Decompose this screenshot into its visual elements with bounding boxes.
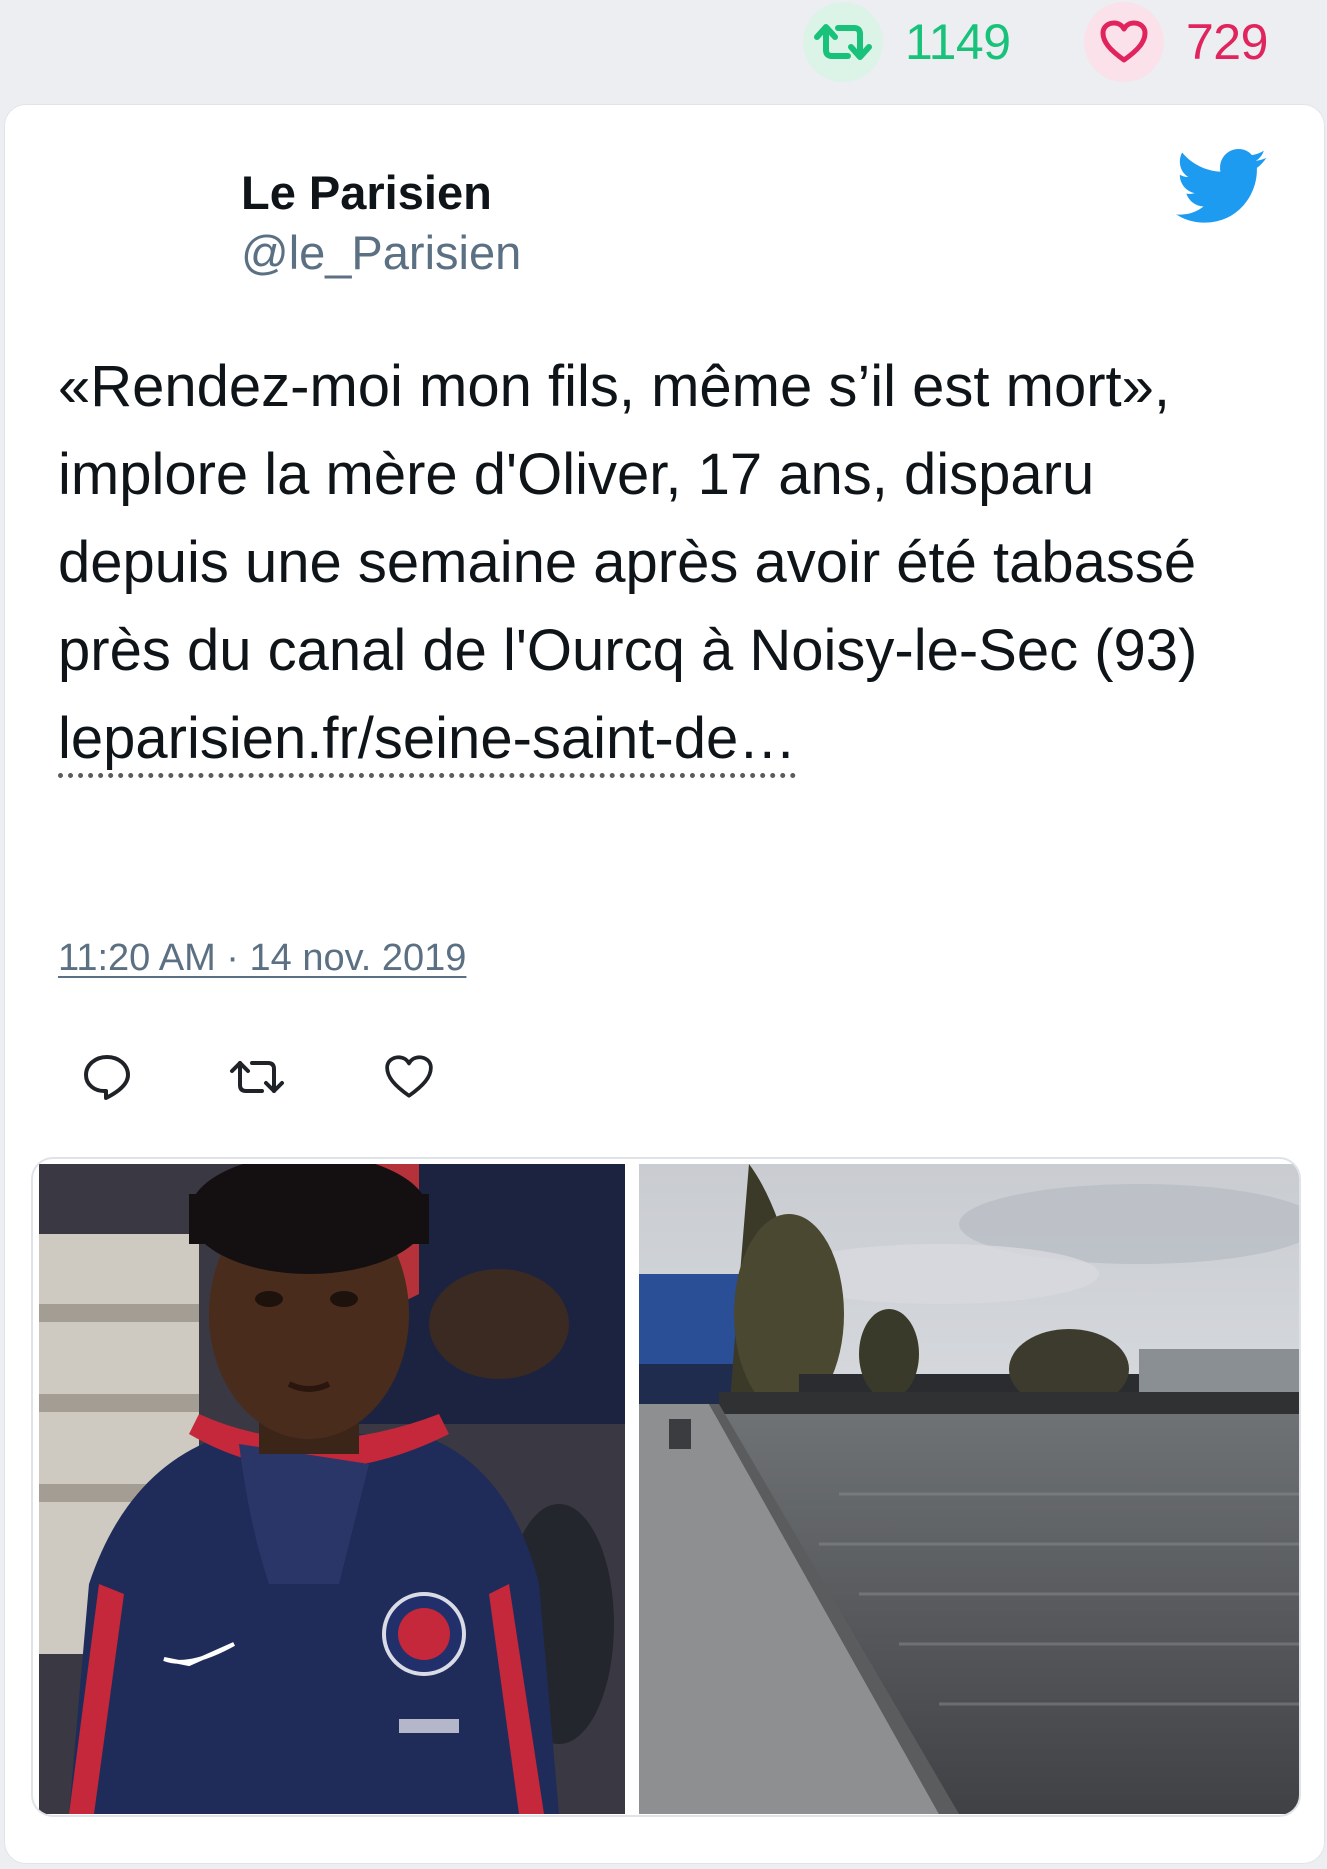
- retweet-count: 1149: [905, 14, 1011, 70]
- author-handle[interactable]: @le_Parisien: [241, 225, 521, 280]
- tweet-text: «Rendez-moi mon fils, même s’il est mort…: [58, 343, 1258, 783]
- canal-photo[interactable]: [639, 1164, 1299, 1814]
- like-stat[interactable]: 729: [1084, 2, 1268, 82]
- like-icon[interactable]: [377, 1045, 441, 1109]
- tweet-timestamp[interactable]: 11:20 AM · 14 nov. 2019: [58, 937, 466, 980]
- tweet-link[interactable]: leparisien.fr/seine-saint-de…: [58, 706, 797, 778]
- twitter-bird-icon[interactable]: [1176, 147, 1268, 227]
- tweet-card: Le Parisien @le_Parisien «Rendez-moi mon…: [4, 104, 1325, 1864]
- retweet-stat[interactable]: 1149: [803, 2, 1011, 82]
- reply-icon[interactable]: [75, 1045, 139, 1109]
- tweet-actions: [75, 1045, 441, 1109]
- engagement-bar: 1149 729: [0, 0, 1327, 100]
- tweet-media[interactable]: [31, 1157, 1301, 1817]
- author-name[interactable]: Le Parisien: [241, 165, 492, 220]
- tweet-body: «Rendez-moi mon fils, même s’il est mort…: [58, 354, 1198, 683]
- like-count: 729: [1186, 14, 1268, 70]
- retweet-icon[interactable]: [803, 2, 883, 82]
- portrait-photo[interactable]: [39, 1164, 625, 1814]
- retweet-icon[interactable]: [225, 1045, 289, 1109]
- like-icon[interactable]: [1084, 2, 1164, 82]
